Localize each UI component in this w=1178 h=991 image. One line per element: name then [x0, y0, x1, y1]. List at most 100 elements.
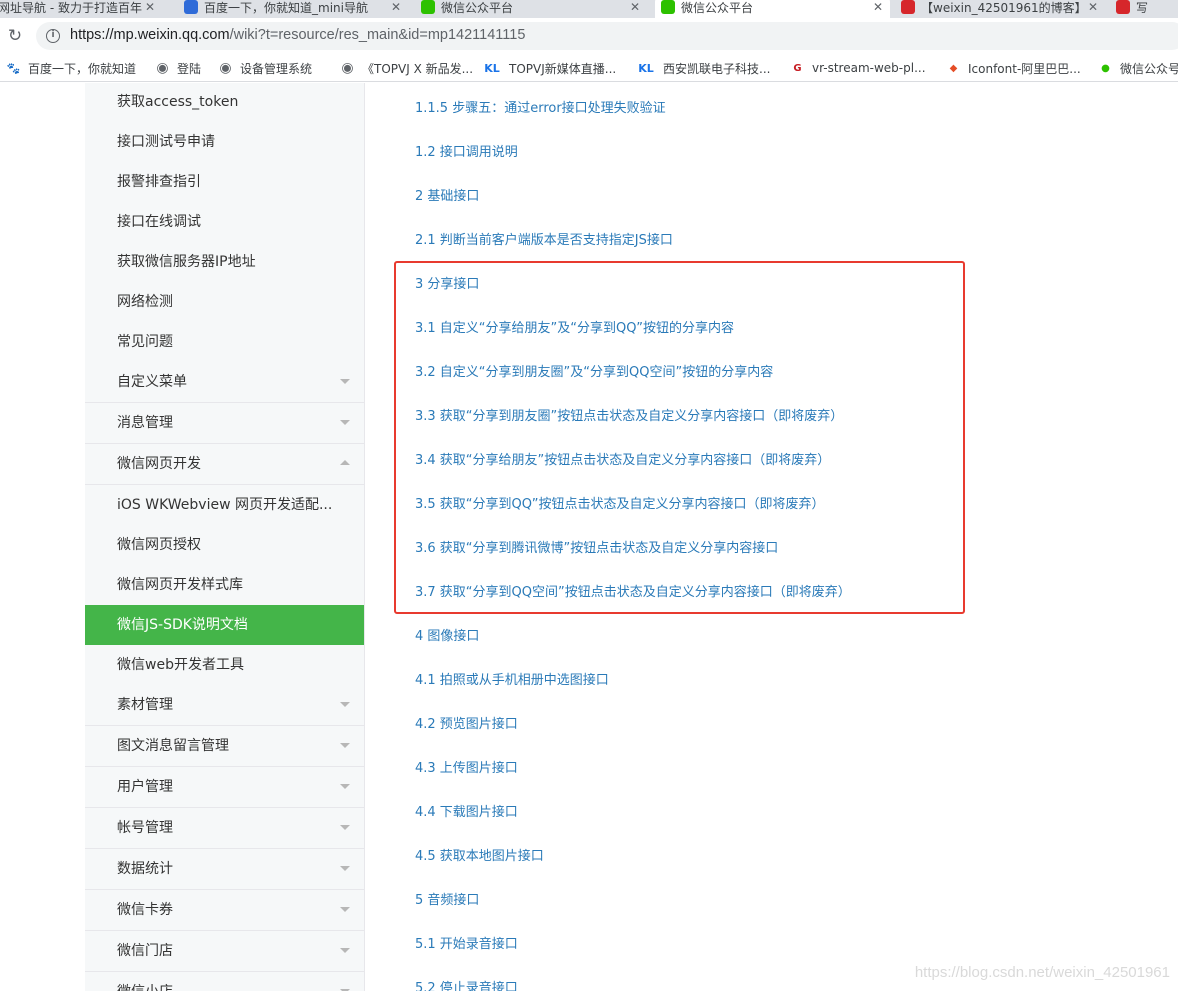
- toc-link[interactable]: 2.1 判断当前客户端版本是否支持指定JS接口: [415, 232, 673, 250]
- sidebar-item-label: 消息管理: [117, 415, 173, 431]
- toc-link[interactable]: 4.2 预览图片接口: [415, 716, 518, 734]
- sidebar-group[interactable]: 微信小店: [85, 972, 364, 991]
- url-text[interactable]: https://mp.weixin.qq.com/wiki?t=resource…: [70, 27, 525, 43]
- browser-tab[interactable]: 百度一下，你就知道_mini导航 ✕: [178, 0, 408, 18]
- tab-favicon-icon: [661, 0, 675, 14]
- tab-title: 网址导航 - 致力于打造百年: [0, 0, 142, 15]
- toc-link[interactable]: 5.2 停止录音接口: [415, 980, 518, 991]
- sidebar-group[interactable]: 自定义菜单: [85, 362, 364, 403]
- bookmark-item[interactable]: ◆ Iconfont-阿里巴巴...: [946, 59, 1081, 77]
- bookmark-item[interactable]: Gvr-stream-web-pl...: [790, 59, 925, 77]
- tab-title: 微信公众平台: [681, 0, 754, 15]
- sidebar-item[interactable]: 接口在线调试: [85, 202, 364, 242]
- tab-strip: 网址导航 - 致力于打造百年 ✕ 百度一下，你就知道_mini导航 ✕ 微信公众平台 ✕ 微…: [0, 0, 1178, 18]
- toc-link[interactable]: 4.4 下载图片接口: [415, 804, 518, 822]
- sidebar-item[interactable]: 常见问题: [85, 322, 364, 362]
- toc-link[interactable]: 3 分享接口: [415, 276, 479, 294]
- toc-link[interactable]: 4.3 上传图片接口: [415, 760, 518, 778]
- toc-link[interactable]: 3.6 获取“分享到腾讯微博”按钮点击状态及自定义分享内容接口: [415, 540, 778, 558]
- sidebar-item[interactable]: 接口测试号申请: [85, 122, 364, 162]
- toc-link[interactable]: 1.1.5 步骤五：通过error接口处理失败验证: [415, 100, 666, 118]
- tab-close-icon[interactable]: ✕: [388, 0, 404, 14]
- sidebar-item-label: 微信网页开发: [117, 456, 201, 472]
- sidebar-item[interactable]: 获取access_token: [85, 83, 364, 122]
- address-bar[interactable]: i https://mp.weixin.qq.com/wiki?t=resour…: [36, 22, 1178, 50]
- sidebar-item-label: 接口测试号申请: [117, 134, 215, 150]
- toc-link[interactable]: 1.2 接口调用说明: [415, 144, 518, 162]
- tab-close-icon[interactable]: ✕: [1085, 0, 1101, 14]
- bookmark-label: TOPVJ新媒体直播...: [509, 61, 617, 76]
- bookmark-item[interactable]: ◉ 《TOPVJ X 新品发...: [340, 59, 473, 77]
- sidebar-item[interactable]: 网络检测: [85, 282, 364, 322]
- sidebar-item[interactable]: 报警排查指引: [85, 162, 364, 202]
- sidebar-item[interactable]: 微信网页授权: [85, 525, 364, 565]
- toc-link[interactable]: 5 音频接口: [415, 892, 479, 910]
- bookmark-item[interactable]: ● 微信公众号: [1098, 59, 1178, 77]
- browser-tab[interactable]: 写: [1110, 0, 1178, 18]
- sidebar-group[interactable]: 用户管理: [85, 767, 364, 808]
- tab-close-icon[interactable]: ✕: [142, 0, 158, 14]
- bookmark-label: 微信公众号: [1120, 61, 1178, 76]
- sidebar-item-label: 网络检测: [117, 294, 173, 310]
- sidebar-item-label: 获取微信服务器IP地址: [117, 254, 256, 270]
- toc-link[interactable]: 2 基础接口: [415, 188, 479, 206]
- browser-toolbar: ↻ i https://mp.weixin.qq.com/wiki?t=reso…: [0, 18, 1178, 54]
- url-host: https://mp.weixin.qq.com: [70, 27, 230, 43]
- tab-close-icon[interactable]: ✕: [870, 0, 886, 14]
- sidebar-item[interactable]: iOS WKWebview 网页开发适配...: [85, 485, 364, 525]
- sidebar-group[interactable]: 微信卡券: [85, 890, 364, 931]
- bookmark-item[interactable]: ◉ 登陆: [155, 59, 201, 77]
- sidebar-group[interactable]: 素材管理: [85, 685, 364, 726]
- tab-close-icon[interactable]: ✕: [627, 0, 643, 14]
- toc-link[interactable]: 3.2 自定义“分享到朋友圈”及“分享到QQ空间”按钮的分享内容: [415, 364, 773, 382]
- tab-title: 百度一下，你就知道_mini导航: [204, 0, 368, 15]
- chevron-down-icon: [340, 825, 350, 830]
- left-gutter: [0, 83, 85, 991]
- sidebar-item-active[interactable]: 微信JS-SDK说明文档: [85, 605, 364, 645]
- sidebar-item[interactable]: 微信网页开发样式库: [85, 565, 364, 605]
- sidebar-group[interactable]: 微信门店: [85, 931, 364, 972]
- sidebar-group[interactable]: 数据统计: [85, 849, 364, 890]
- browser-tab[interactable]: 【weixin_42501961的博客】csd✕: [895, 0, 1105, 18]
- browser-tab-active[interactable]: 微信公众平台 ✕: [655, 0, 890, 18]
- sidebar-group[interactable]: 图文消息留言管理: [85, 726, 364, 767]
- browser-tab[interactable]: 微信公众平台 ✕: [415, 0, 647, 18]
- bookmark-label: 登陆: [177, 61, 202, 76]
- toc-link[interactable]: 3.7 获取“分享到QQ空间”按钮点击状态及自定义分享内容接口（即将废弃）: [415, 584, 851, 602]
- sidebar-item-label: 自定义菜单: [117, 374, 187, 390]
- watermark: https://blog.csdn.net/weixin_42501961: [914, 964, 1170, 981]
- kl-logo-icon: KL: [484, 61, 500, 75]
- bookmark-label: 西安凯联电子科技...: [663, 61, 771, 76]
- site-info-icon[interactable]: i: [46, 29, 60, 43]
- toc-link[interactable]: 4.5 获取本地图片接口: [415, 848, 544, 866]
- chevron-down-icon: [340, 379, 350, 384]
- sidebar-group[interactable]: 微信网页开发: [85, 444, 364, 485]
- sidebar-item-label: 微信小店: [117, 984, 173, 991]
- sidebar-item[interactable]: 获取微信服务器IP地址: [85, 242, 364, 282]
- chevron-down-icon: [340, 866, 350, 871]
- chevron-up-icon: [340, 460, 350, 465]
- bookmarks-bar: 🐾 百度一下，你就知道 ◉ 登陆 ◉ 设备管理系统 ◉ 《TOPVJ X 新品发... KL TO…: [0, 54, 1178, 82]
- toc-link[interactable]: 3.3 获取“分享到朋友圈”按钮点击状态及自定义分享内容接口（即将废弃）: [415, 408, 843, 426]
- sidebar-item[interactable]: 微信web开发者工具: [85, 645, 364, 685]
- reload-icon[interactable]: ↻: [4, 25, 26, 47]
- toc-link[interactable]: 5.1 开始录音接口: [415, 936, 518, 954]
- sidebar-item-label: 微信网页授权: [117, 537, 201, 553]
- tab-favicon-icon: [421, 0, 435, 14]
- gitee-icon: G: [793, 62, 802, 74]
- sidebar-group[interactable]: 消息管理: [85, 403, 364, 444]
- bookmark-item[interactable]: KL TOPVJ新媒体直播...: [482, 59, 616, 77]
- bookmark-item[interactable]: KL 西安凯联电子科技...: [636, 59, 770, 77]
- bookmark-item[interactable]: 🐾 百度一下，你就知道: [6, 59, 136, 77]
- chevron-down-icon: [340, 702, 350, 707]
- browser-tab[interactable]: 网址导航 - 致力于打造百年 ✕: [0, 0, 162, 18]
- toc-link[interactable]: 3.5 获取“分享到QQ”按钮点击状态及自定义分享内容接口（即将废弃）: [415, 496, 825, 514]
- sidebar-item-label: 报警排查指引: [117, 174, 201, 190]
- toc-link[interactable]: 3.1 自定义“分享给朋友”及“分享到QQ”按钮的分享内容: [415, 320, 734, 338]
- toc-link[interactable]: 4.1 拍照或从手机相册中选图接口: [415, 672, 609, 690]
- sidebar-group[interactable]: 帐号管理: [85, 808, 364, 849]
- globe-icon: ◉: [219, 60, 232, 76]
- toc-link[interactable]: 4 图像接口: [415, 628, 479, 646]
- bookmark-item[interactable]: ◉ 设备管理系统: [218, 59, 312, 77]
- toc-link[interactable]: 3.4 获取“分享给朋友”按钮点击状态及自定义分享内容接口（即将废弃）: [415, 452, 830, 470]
